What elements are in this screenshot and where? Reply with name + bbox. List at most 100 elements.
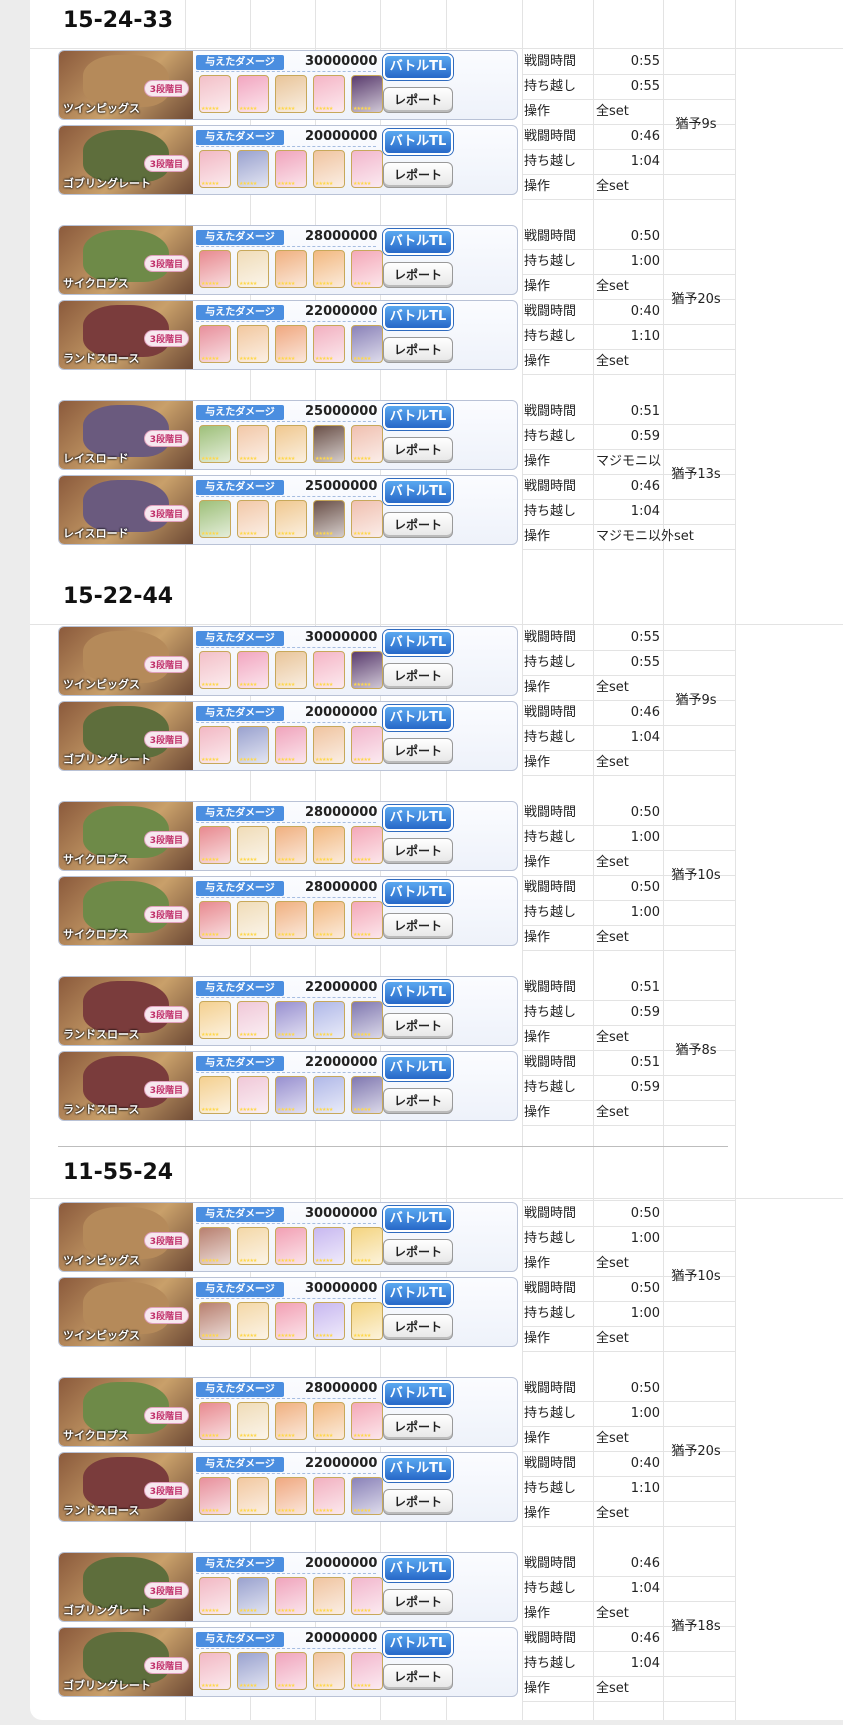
character-icon[interactable]: [237, 726, 269, 764]
report-button[interactable]: レポート: [383, 437, 453, 463]
character-icon[interactable]: [351, 1227, 383, 1265]
character-icon[interactable]: [199, 1652, 231, 1690]
character-icon[interactable]: [351, 75, 383, 113]
battle-tl-button[interactable]: バトルTL: [383, 1556, 453, 1582]
character-icon[interactable]: [313, 1402, 345, 1440]
character-icon[interactable]: [275, 325, 307, 363]
character-icon[interactable]: [199, 901, 231, 939]
character-icon[interactable]: [313, 1076, 345, 1114]
battle-tl-button[interactable]: バトルTL: [383, 1381, 453, 1407]
battle-tl-button[interactable]: バトルTL: [383, 880, 453, 906]
character-icon[interactable]: [199, 325, 231, 363]
report-button[interactable]: レポート: [383, 1314, 453, 1340]
character-icon[interactable]: [351, 1577, 383, 1615]
character-icon[interactable]: [237, 425, 269, 463]
character-icon[interactable]: [275, 651, 307, 689]
character-icon[interactable]: [237, 1477, 269, 1515]
battle-tl-button[interactable]: バトルTL: [383, 1206, 453, 1232]
character-icon[interactable]: [313, 75, 345, 113]
character-icon[interactable]: [275, 1477, 307, 1515]
report-button[interactable]: レポート: [383, 87, 453, 113]
character-icon[interactable]: [275, 1227, 307, 1265]
character-icon[interactable]: [275, 75, 307, 113]
character-icon[interactable]: [199, 826, 231, 864]
character-icon[interactable]: [275, 1577, 307, 1615]
character-icon[interactable]: [199, 726, 231, 764]
battle-tl-button[interactable]: バトルTL: [383, 705, 453, 731]
character-icon[interactable]: [275, 1001, 307, 1039]
report-button[interactable]: レポート: [383, 1414, 453, 1440]
character-icon[interactable]: [313, 1477, 345, 1515]
report-button[interactable]: レポート: [383, 1489, 453, 1515]
character-icon[interactable]: [237, 1302, 269, 1340]
character-icon[interactable]: [351, 250, 383, 288]
report-button[interactable]: レポート: [383, 262, 453, 288]
character-icon[interactable]: [313, 1652, 345, 1690]
character-icon[interactable]: [199, 651, 231, 689]
report-button[interactable]: レポート: [383, 1239, 453, 1265]
character-icon[interactable]: [237, 325, 269, 363]
character-icon[interactable]: [237, 1001, 269, 1039]
report-button[interactable]: レポート: [383, 1589, 453, 1615]
character-icon[interactable]: [199, 150, 231, 188]
character-icon[interactable]: [275, 250, 307, 288]
character-icon[interactable]: [313, 826, 345, 864]
character-icon[interactable]: [237, 250, 269, 288]
character-icon[interactable]: [237, 1577, 269, 1615]
character-icon[interactable]: [313, 325, 345, 363]
character-icon[interactable]: [237, 1227, 269, 1265]
battle-tl-button[interactable]: バトルTL: [383, 54, 453, 80]
character-icon[interactable]: [237, 651, 269, 689]
character-icon[interactable]: [199, 1076, 231, 1114]
battle-tl-button[interactable]: バトルTL: [383, 630, 453, 656]
character-icon[interactable]: [313, 651, 345, 689]
character-icon[interactable]: [351, 500, 383, 538]
character-icon[interactable]: [313, 726, 345, 764]
character-icon[interactable]: [199, 1001, 231, 1039]
character-icon[interactable]: [237, 75, 269, 113]
battle-tl-button[interactable]: バトルTL: [383, 479, 453, 505]
battle-tl-button[interactable]: バトルTL: [383, 1456, 453, 1482]
battle-tl-button[interactable]: バトルTL: [383, 1055, 453, 1081]
character-icon[interactable]: [313, 500, 345, 538]
character-icon[interactable]: [237, 901, 269, 939]
report-button[interactable]: レポート: [383, 1013, 453, 1039]
character-icon[interactable]: [237, 150, 269, 188]
character-icon[interactable]: [237, 1402, 269, 1440]
character-icon[interactable]: [199, 1227, 231, 1265]
character-icon[interactable]: [237, 1076, 269, 1114]
character-icon[interactable]: [351, 1652, 383, 1690]
character-icon[interactable]: [199, 1302, 231, 1340]
report-button[interactable]: レポート: [383, 1664, 453, 1690]
character-icon[interactable]: [313, 1302, 345, 1340]
character-icon[interactable]: [351, 1402, 383, 1440]
character-icon[interactable]: [351, 1302, 383, 1340]
character-icon[interactable]: [313, 425, 345, 463]
character-icon[interactable]: [351, 826, 383, 864]
character-icon[interactable]: [351, 901, 383, 939]
character-icon[interactable]: [313, 250, 345, 288]
character-icon[interactable]: [351, 150, 383, 188]
character-icon[interactable]: [351, 1001, 383, 1039]
character-icon[interactable]: [351, 651, 383, 689]
report-button[interactable]: レポート: [383, 838, 453, 864]
character-icon[interactable]: [275, 901, 307, 939]
character-icon[interactable]: [199, 1402, 231, 1440]
battle-tl-button[interactable]: バトルTL: [383, 1631, 453, 1657]
character-icon[interactable]: [199, 500, 231, 538]
battle-tl-button[interactable]: バトルTL: [383, 304, 453, 330]
character-icon[interactable]: [275, 1652, 307, 1690]
character-icon[interactable]: [351, 325, 383, 363]
character-icon[interactable]: [275, 500, 307, 538]
character-icon[interactable]: [275, 150, 307, 188]
report-button[interactable]: レポート: [383, 512, 453, 538]
character-icon[interactable]: [313, 150, 345, 188]
character-icon[interactable]: [199, 250, 231, 288]
character-icon[interactable]: [199, 75, 231, 113]
report-button[interactable]: レポート: [383, 663, 453, 689]
report-button[interactable]: レポート: [383, 337, 453, 363]
battle-tl-button[interactable]: バトルTL: [383, 805, 453, 831]
character-icon[interactable]: [199, 1477, 231, 1515]
report-button[interactable]: レポート: [383, 1088, 453, 1114]
report-button[interactable]: レポート: [383, 738, 453, 764]
